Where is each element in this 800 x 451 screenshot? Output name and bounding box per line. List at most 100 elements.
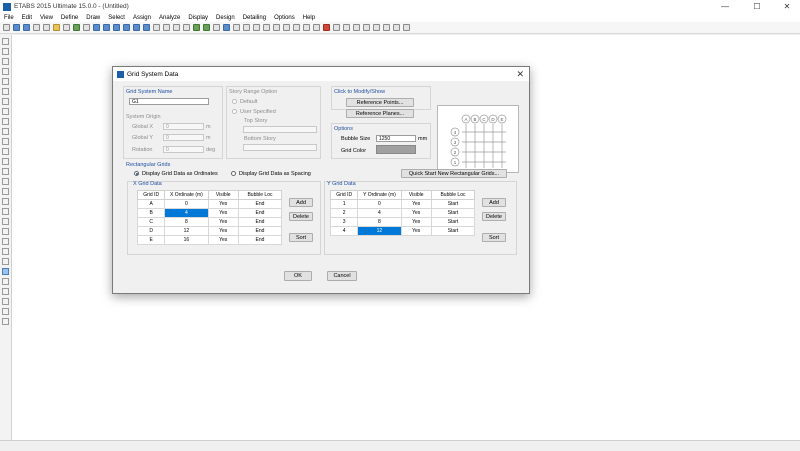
reshape-tool-icon[interactable] bbox=[2, 48, 9, 55]
grid-icon[interactable] bbox=[293, 24, 300, 31]
draw-dimension-icon[interactable] bbox=[2, 178, 9, 185]
menu-file[interactable]: File bbox=[0, 15, 18, 21]
menu-design[interactable]: Design bbox=[212, 15, 239, 21]
table-row[interactable]: 3 8 Yes Start bbox=[329, 217, 476, 227]
menu-help[interactable]: Help bbox=[299, 15, 319, 21]
cancel-button[interactable]: Cancel bbox=[327, 271, 357, 281]
menu-define[interactable]: Define bbox=[57, 15, 82, 21]
menu-draw[interactable]: Draw bbox=[82, 15, 104, 21]
draw-null-icon[interactable] bbox=[2, 158, 9, 165]
table-row[interactable]: 1 0 Yes Start bbox=[329, 199, 476, 209]
draw-wall-icon[interactable] bbox=[2, 118, 9, 125]
snap-fine-grid-icon[interactable] bbox=[2, 318, 9, 325]
open-icon[interactable] bbox=[13, 24, 20, 31]
bubble-loc-cell[interactable]: End bbox=[237, 208, 283, 218]
draw-reference-icon[interactable] bbox=[2, 188, 9, 195]
table-row[interactable]: A 0 Yes End bbox=[136, 199, 283, 209]
visible-cell[interactable]: Yes bbox=[207, 217, 239, 227]
grid-id-cell[interactable]: D bbox=[136, 226, 166, 236]
table-row[interactable]: C 8 Yes End bbox=[136, 217, 283, 227]
table-row[interactable]: E 16 Yes End bbox=[136, 235, 283, 245]
x-delete-button[interactable]: Delete bbox=[289, 212, 313, 221]
visible-cell[interactable]: Yes bbox=[207, 208, 239, 218]
grid-id-cell[interactable]: 3 bbox=[329, 217, 359, 227]
y-sort-button[interactable]: Sort bbox=[482, 233, 506, 242]
show-undeformed-icon[interactable] bbox=[213, 24, 220, 31]
snap-lines-icon[interactable] bbox=[2, 308, 9, 315]
table-row[interactable]: 2 4 Yes Start bbox=[329, 208, 476, 218]
grid-id-cell[interactable]: 1 bbox=[329, 199, 359, 209]
menu-display[interactable]: Display bbox=[184, 15, 212, 21]
x-sort-button[interactable]: Sort bbox=[289, 233, 313, 242]
pan-icon[interactable] bbox=[143, 24, 150, 31]
menu-detailing[interactable]: Detailing bbox=[239, 15, 270, 21]
ordinate-cell[interactable]: 0 bbox=[357, 199, 402, 209]
new-model-icon[interactable] bbox=[3, 24, 10, 31]
ordinate-cell[interactable]: 8 bbox=[357, 217, 402, 227]
zoom-previous-icon[interactable] bbox=[133, 24, 140, 31]
ordinate-cell-selected[interactable]: 4 bbox=[164, 208, 209, 218]
draw-column-icon[interactable] bbox=[2, 78, 9, 85]
quick-start-grids-button[interactable]: Quick Start New Rectangular Grids... bbox=[401, 169, 507, 178]
pointer-tool-icon[interactable] bbox=[2, 38, 9, 45]
frame-icon[interactable] bbox=[343, 24, 350, 31]
axis-icon[interactable] bbox=[363, 24, 370, 31]
rotate-3d-icon[interactable] bbox=[183, 24, 190, 31]
snap-intersection-icon[interactable] bbox=[2, 288, 9, 295]
draw-design-strip-icon[interactable] bbox=[2, 238, 9, 245]
grid-id-cell[interactable]: A bbox=[136, 199, 166, 209]
move-down-icon[interactable] bbox=[203, 24, 210, 31]
redo-icon[interactable] bbox=[43, 24, 50, 31]
draw-floor-icon[interactable] bbox=[2, 108, 9, 115]
draw-strip-icon[interactable] bbox=[2, 208, 9, 215]
move-up-icon[interactable] bbox=[193, 24, 200, 31]
draw-tendon-quick-icon[interactable] bbox=[2, 248, 9, 255]
refresh-icon[interactable] bbox=[233, 24, 240, 31]
plan-view-icon[interactable] bbox=[163, 24, 170, 31]
draw-tendon-icon[interactable] bbox=[2, 168, 9, 175]
reference-planes-button[interactable]: Reference Planes... bbox=[346, 109, 414, 118]
fill-icon[interactable] bbox=[303, 24, 310, 31]
bubble-size-field[interactable]: 1250 bbox=[376, 135, 416, 142]
draw-grid-icon[interactable] bbox=[2, 228, 9, 235]
visible-cell[interactable]: Yes bbox=[400, 199, 432, 209]
grid-id-cell[interactable]: C bbox=[136, 217, 166, 227]
visible-cell[interactable]: Yes bbox=[400, 208, 432, 218]
perspective-icon[interactable] bbox=[253, 24, 260, 31]
ordinate-cell[interactable]: 16 bbox=[164, 235, 209, 245]
draw-support-icon[interactable] bbox=[2, 258, 9, 265]
draw-wall-stack-icon[interactable] bbox=[2, 218, 9, 225]
x-add-button[interactable]: Add bbox=[289, 198, 313, 207]
bubble-loc-cell[interactable]: Start bbox=[430, 217, 476, 227]
extrude-icon[interactable] bbox=[273, 24, 280, 31]
bubble-loc-cell[interactable]: End bbox=[237, 235, 283, 245]
visible-cell[interactable]: Yes bbox=[207, 199, 239, 209]
y-delete-button[interactable]: Delete bbox=[482, 212, 506, 221]
draw-section-cut-icon[interactable] bbox=[2, 198, 9, 205]
grid-system-name-field[interactable]: G1 bbox=[129, 98, 209, 105]
dialog-close-button[interactable]: ✕ bbox=[516, 68, 524, 80]
zoom-extents-icon[interactable] bbox=[123, 24, 130, 31]
menu-select[interactable]: Select bbox=[104, 15, 129, 21]
visible-cell[interactable]: Yes bbox=[207, 235, 239, 245]
visible-cell[interactable]: Yes bbox=[207, 226, 239, 236]
ordinate-cell[interactable]: 8 bbox=[164, 217, 209, 227]
draw-deck-icon[interactable] bbox=[2, 148, 9, 155]
maximize-button[interactable]: ☐ bbox=[742, 0, 772, 13]
save-icon[interactable] bbox=[23, 24, 30, 31]
draw-brace-icon[interactable] bbox=[2, 88, 9, 95]
visible-cell[interactable]: Yes bbox=[400, 217, 432, 227]
draw-slab-icon[interactable] bbox=[2, 138, 9, 145]
zoom-window-icon[interactable] bbox=[113, 24, 120, 31]
grid-color-swatch[interactable] bbox=[376, 145, 416, 154]
shell-icon[interactable] bbox=[333, 24, 340, 31]
shadow-icon[interactable] bbox=[263, 24, 270, 31]
menu-assign[interactable]: Assign bbox=[129, 15, 155, 21]
display-ordinates-radio[interactable] bbox=[134, 171, 139, 176]
run-analysis-icon[interactable] bbox=[73, 24, 80, 31]
draw-joint-icon[interactable] bbox=[2, 58, 9, 65]
table-row[interactable]: D 12 Yes End bbox=[136, 226, 283, 236]
ordinate-cell[interactable]: 12 bbox=[164, 226, 209, 236]
pointer-icon[interactable] bbox=[83, 24, 90, 31]
minimize-button[interactable]: — bbox=[710, 0, 740, 13]
